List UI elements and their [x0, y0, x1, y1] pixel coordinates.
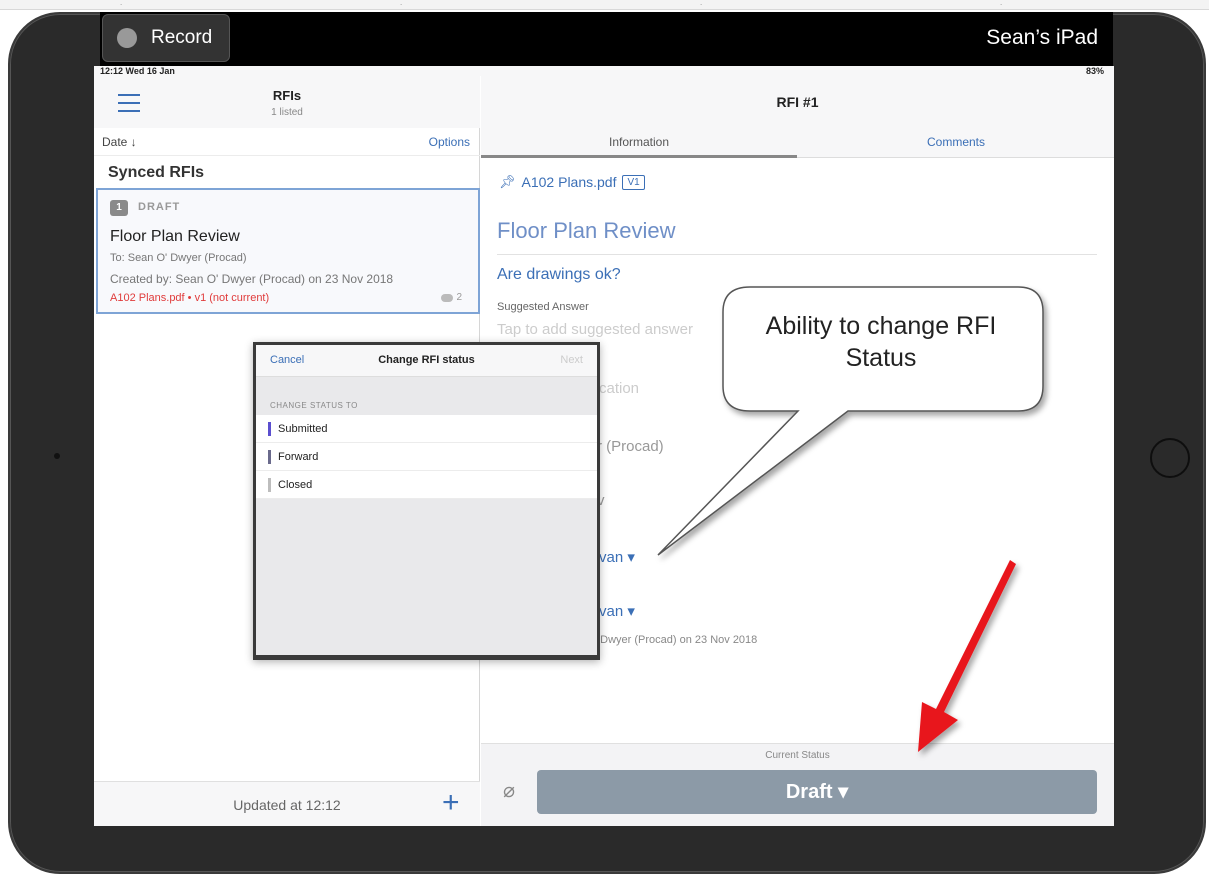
- callout-text: Ability to change RFI Status: [736, 310, 1026, 374]
- red-arrow: [918, 560, 1016, 752]
- callout-text-line1: Ability to change RFI: [765, 312, 997, 340]
- annotation-overlay: [657, 286, 1044, 752]
- callout-text-line2: Status: [845, 344, 917, 372]
